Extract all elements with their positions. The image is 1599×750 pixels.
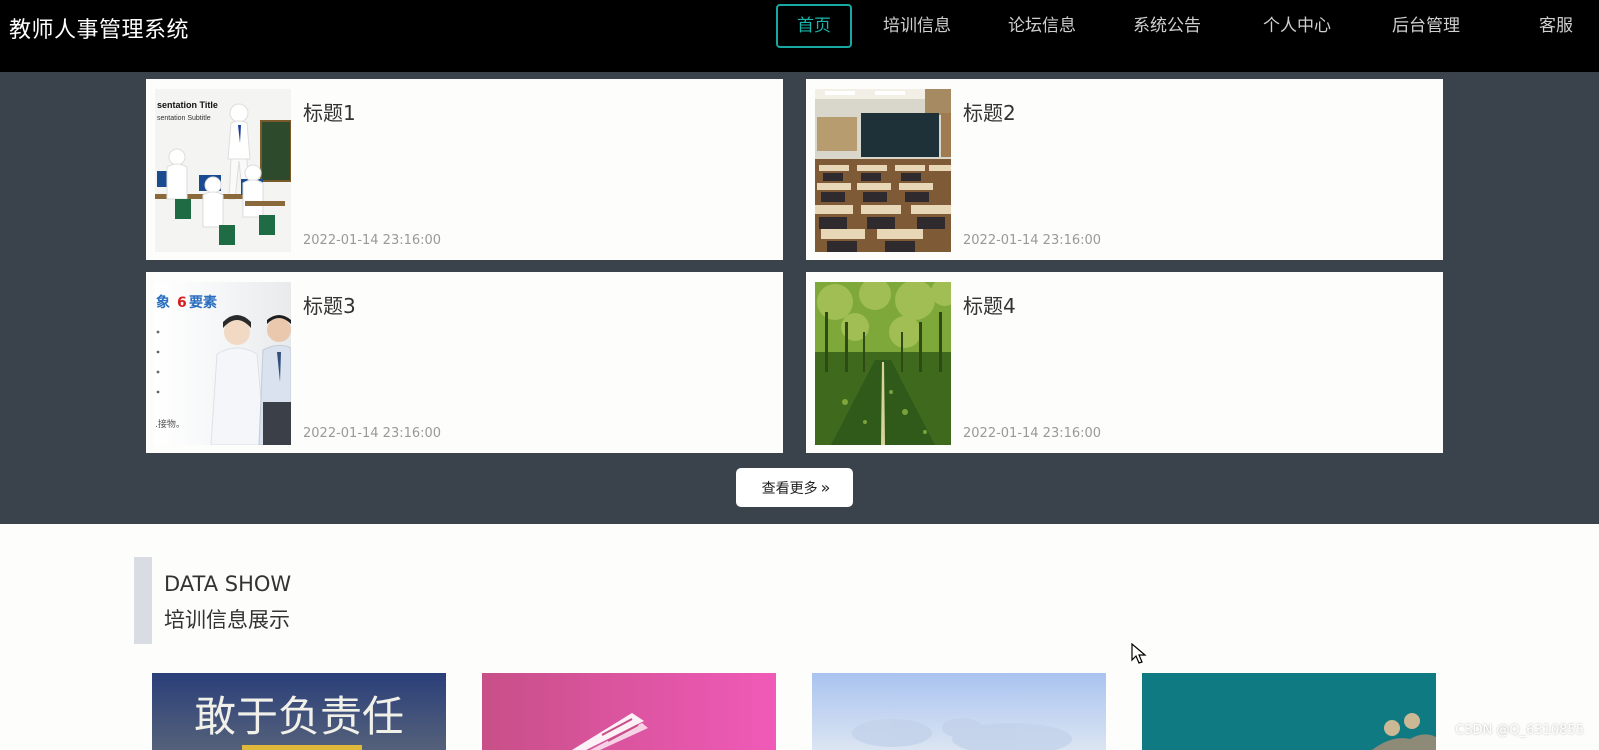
news-date: 2022-01-14 23:16:00 bbox=[303, 233, 442, 248]
svg-text:象: 象 bbox=[156, 294, 170, 311]
view-more-button[interactable]: 查看更多 ›› bbox=[736, 468, 853, 507]
tree-lined-path-image bbox=[815, 282, 951, 445]
news-date: 2022-01-14 23:16:00 bbox=[303, 426, 442, 441]
news-title[interactable]: 标题3 bbox=[303, 290, 356, 319]
site-title[interactable]: 教师人事管理系统 bbox=[9, 12, 189, 44]
teal-people-image bbox=[1142, 673, 1436, 750]
double-chevron-right-icon: ›› bbox=[820, 478, 831, 497]
nav-personal-center[interactable]: 个人中心 bbox=[1257, 4, 1337, 48]
news-card[interactable]: 标题2 2022-01-14 23:16:00 bbox=[806, 79, 1443, 260]
presentation-teacher-image: sentation Title sentation Subtitle bbox=[155, 89, 291, 252]
news-title[interactable]: 标题2 bbox=[963, 97, 1016, 126]
classroom-image bbox=[815, 89, 951, 252]
nav-training[interactable]: 培训信息 bbox=[877, 4, 957, 48]
nav-forum[interactable]: 论坛信息 bbox=[1002, 4, 1082, 48]
svg-text:sentation Subtitle: sentation Subtitle bbox=[157, 115, 211, 122]
nav-admin[interactable]: 后台管理 bbox=[1386, 4, 1466, 48]
news-title[interactable]: 标题1 bbox=[303, 97, 356, 126]
business-people-image: 象 6 要素 .接物。 bbox=[155, 282, 291, 445]
svg-text:sentation Title: sentation Title bbox=[157, 100, 218, 110]
news-section: sentation Title sentation Subtitle 标题1 2… bbox=[0, 72, 1599, 524]
training-tile[interactable]: 敢于负责任 bbox=[152, 673, 446, 750]
blue-sky-image bbox=[812, 673, 1106, 750]
section-accent-bar bbox=[134, 557, 152, 644]
svg-text:6: 6 bbox=[177, 295, 187, 311]
mouse-cursor-icon bbox=[1131, 643, 1147, 664]
section-heading-en: DATA SHOW bbox=[164, 572, 292, 596]
news-title[interactable]: 标题4 bbox=[963, 290, 1016, 319]
news-card[interactable]: sentation Title sentation Subtitle 标题1 2… bbox=[146, 79, 783, 260]
responsibility-banner-image: 敢于负责任 bbox=[152, 673, 446, 750]
training-tile[interactable] bbox=[812, 673, 1106, 750]
training-tile[interactable] bbox=[482, 673, 776, 750]
nav-announcements[interactable]: 系统公告 bbox=[1127, 4, 1207, 48]
news-date: 2022-01-14 23:16:00 bbox=[963, 426, 1102, 441]
section-heading-cn: 培训信息展示 bbox=[164, 608, 290, 632]
pink-book-image bbox=[482, 673, 776, 750]
watermark: CSDN @Q_6310855 bbox=[1455, 723, 1584, 738]
nav-customer-service[interactable]: 客服 bbox=[1531, 4, 1581, 48]
training-tile[interactable] bbox=[1142, 673, 1436, 750]
svg-text:敢于负责任: 敢于负责任 bbox=[194, 692, 404, 741]
svg-text:要素: 要素 bbox=[189, 294, 217, 311]
news-card[interactable]: 象 6 要素 .接物。 标题3 2022-01-14 23:16:00 bbox=[146, 272, 783, 453]
svg-text:.接物。: .接物。 bbox=[155, 418, 185, 430]
nav-home[interactable]: 首页 bbox=[776, 4, 852, 48]
news-card[interactable]: 标题4 2022-01-14 23:16:00 bbox=[806, 272, 1443, 453]
news-date: 2022-01-14 23:16:00 bbox=[963, 233, 1102, 248]
view-more-label: 查看更多 bbox=[761, 480, 818, 497]
top-navbar: 教师人事管理系统 首页 培训信息 论坛信息 系统公告 个人中心 后台管理 客服 bbox=[0, 0, 1599, 72]
